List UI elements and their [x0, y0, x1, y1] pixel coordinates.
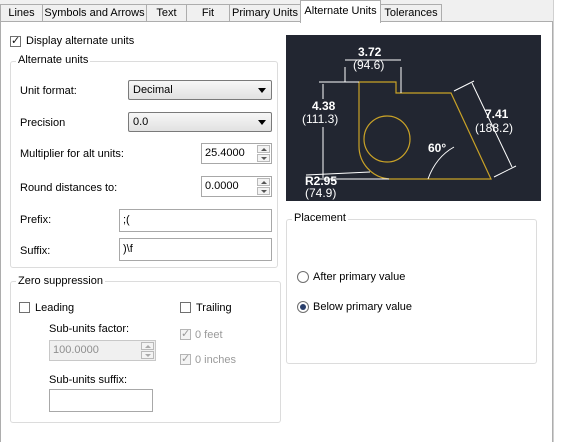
tab-primary-units[interactable]: Primary Units: [229, 4, 301, 21]
unit-format-label: Unit format:: [20, 85, 77, 97]
suffix-input[interactable]: )\f: [119, 238, 272, 261]
tab-fit[interactable]: Fit: [186, 4, 230, 21]
round-distances-value: 0.0000: [205, 180, 239, 192]
dim-right-alt-value: (188.2): [475, 121, 514, 135]
zero-feet-label: 0 feet: [195, 329, 223, 341]
zero-suppression-title: Zero suppression: [16, 275, 105, 287]
trailing-label: Trailing: [196, 302, 232, 314]
prefix-input[interactable]: ;(: [119, 209, 272, 232]
spin-down-icon[interactable]: [257, 187, 270, 195]
placement-title: Placement: [292, 212, 348, 224]
sub-units-factor-spinbox[interactable]: 100.0000: [49, 340, 156, 361]
tab-bar: Lines Symbols and Arrows Text Fit Primar…: [0, 0, 561, 23]
precision-label: Precision: [20, 117, 66, 129]
tab-symbols-and-arrows[interactable]: Symbols and Arrows: [42, 4, 147, 21]
dialog-edge: [553, 0, 561, 442]
spin-down-icon[interactable]: [257, 154, 270, 162]
chevron-down-icon: [258, 120, 266, 125]
display-alternate-units-checkbox[interactable]: [10, 34, 21, 47]
dim-top-value: 3.72: [358, 45, 382, 59]
below-primary-radio[interactable]: [297, 301, 309, 313]
unit-format-dropdown[interactable]: Decimal: [128, 80, 272, 100]
after-primary-radio[interactable]: [297, 271, 309, 283]
sub-units-suffix-input[interactable]: [49, 389, 153, 412]
zero-feet-checkbox[interactable]: [180, 327, 191, 340]
dim-left-value: 4.38: [312, 99, 336, 113]
dim-left-alt-value: (111.3): [302, 112, 339, 126]
after-primary-label: After primary value: [313, 271, 406, 283]
sub-units-factor-value: 100.0000: [53, 344, 99, 356]
unit-format-value: Decimal: [133, 84, 173, 96]
tab-tolerances[interactable]: Tolerances: [380, 4, 442, 21]
spin-up-icon[interactable]: [141, 342, 154, 350]
placement-group: [286, 219, 537, 364]
sub-units-factor-label: Sub-units factor:: [49, 323, 130, 335]
sub-units-suffix-label: Sub-units suffix:: [49, 374, 128, 386]
suffix-label: Suffix:: [20, 245, 51, 257]
multiplier-value: 25.4000: [205, 147, 245, 159]
dim-top-alt-value: (94.6): [353, 58, 385, 72]
prefix-label: Prefix:: [20, 214, 52, 226]
part-hole: [363, 115, 411, 163]
spin-up-icon[interactable]: [257, 145, 270, 153]
chevron-down-icon: [258, 88, 266, 93]
dim-right-value: 7.41: [485, 107, 509, 121]
precision-dropdown[interactable]: 0.0: [128, 112, 272, 132]
tab-lines[interactable]: Lines: [0, 4, 43, 21]
zero-inches-checkbox[interactable]: [180, 352, 191, 365]
tab-alternate-units[interactable]: Alternate Units: [300, 0, 381, 23]
round-distances-spinbox[interactable]: 0.0000: [201, 176, 272, 197]
leading-checkbox[interactable]: [19, 302, 30, 313]
spin-down-icon[interactable]: [141, 351, 154, 359]
leading-label: Leading: [35, 302, 75, 314]
multiplier-spinbox[interactable]: 25.4000: [201, 143, 272, 164]
round-distances-label: Round distances to:: [20, 182, 118, 194]
trailing-checkbox[interactable]: [180, 302, 191, 313]
dimension-preview: 3.72 (94.6) 4.38 (111.3) 7.41 (188.2) 60…: [286, 35, 541, 201]
part-outline-shape: [358, 81, 492, 180]
angle-value: 60°: [428, 141, 447, 155]
radius-alt-value: (74.9): [305, 186, 337, 200]
alternate-units-title: Alternate units: [16, 54, 91, 66]
zero-inches-label: 0 inches: [195, 354, 236, 366]
spin-up-icon[interactable]: [257, 178, 270, 186]
tab-text[interactable]: Text: [146, 4, 187, 21]
below-primary-label: Below primary value: [313, 301, 413, 313]
display-alternate-units-label: Display alternate units: [26, 35, 135, 47]
multiplier-label: Multiplier for alt units:: [20, 148, 124, 160]
precision-value: 0.0: [133, 116, 149, 128]
part-outline: [358, 81, 492, 180]
